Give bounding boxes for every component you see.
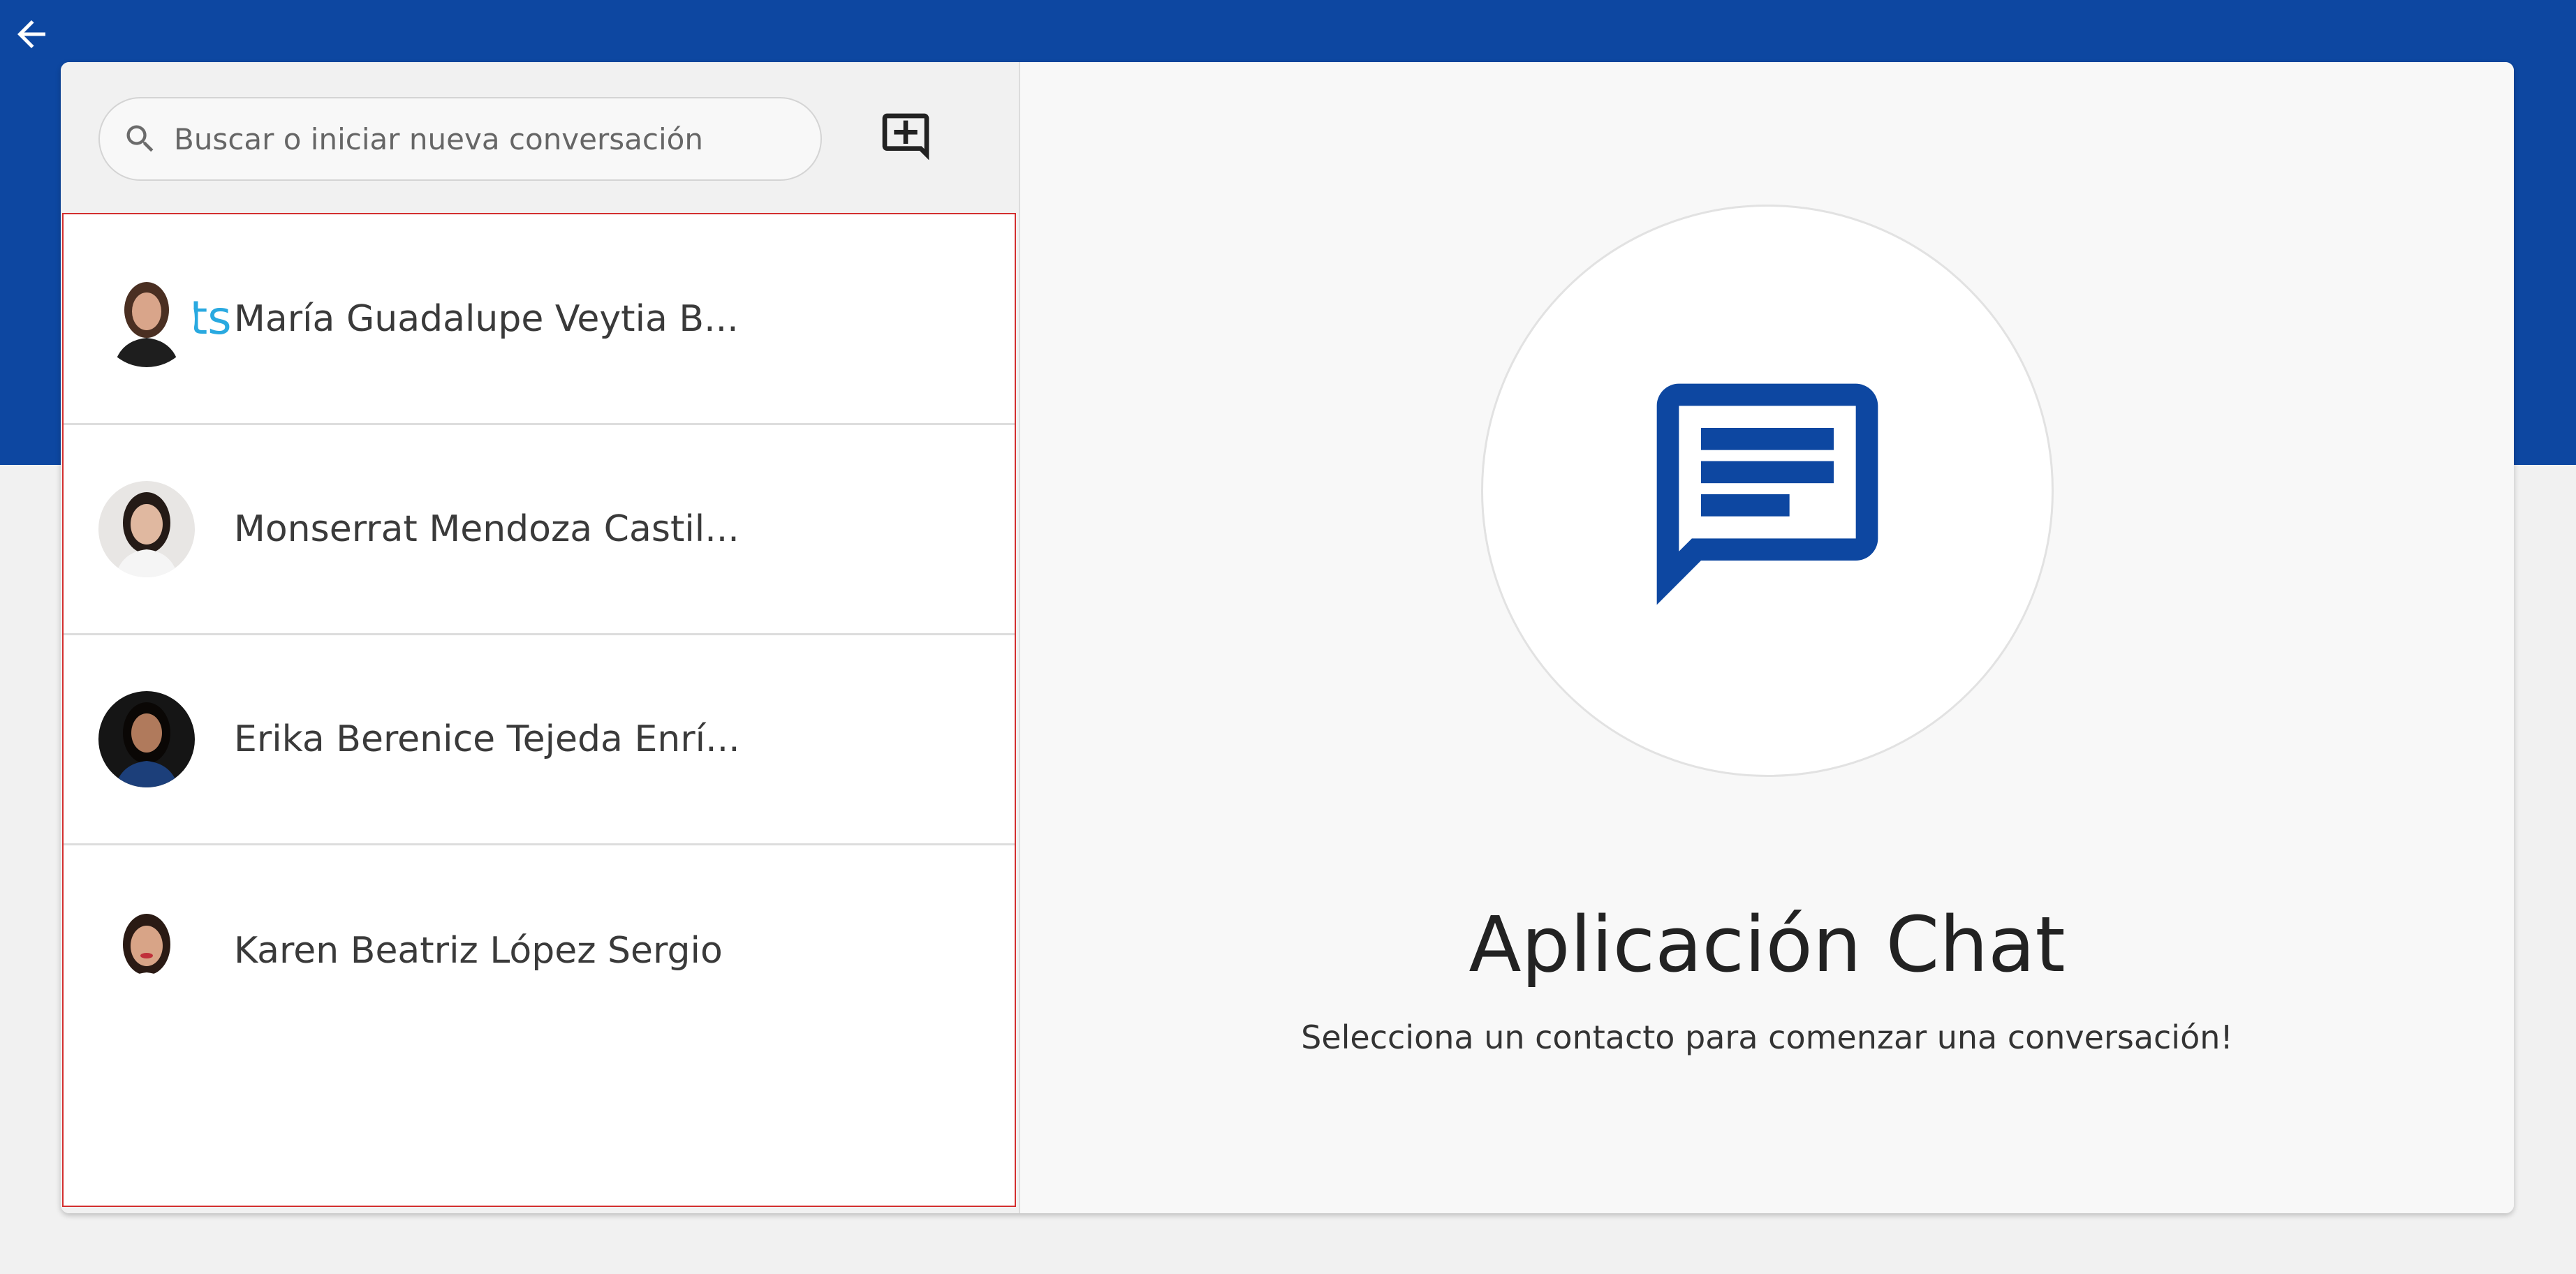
search-icon — [122, 121, 159, 157]
new-conversation-button[interactable] — [874, 105, 937, 168]
contact-avatar — [98, 902, 195, 999]
search-input[interactable] — [172, 121, 820, 157]
contact-name: María Guadalupe Veytia B... — [234, 298, 739, 340]
chat-list-item[interactable]: María Guadalupe Veytia B... — [64, 215, 1015, 425]
add-comment-icon — [882, 113, 929, 161]
back-button[interactable] — [6, 8, 57, 60]
contact-name: Karen Beatriz López Sergio — [234, 929, 723, 972]
contact-name: Erika Berenice Tejeda Enrí... — [234, 718, 740, 760]
chat-list: Chats María Guadalupe Veytia B... — [62, 213, 1016, 1207]
arrow-left-icon — [17, 20, 45, 48]
chat-app-card: Chats María Guadalupe Veytia B... — [61, 62, 2514, 1213]
logo-circle — [1481, 205, 2054, 777]
app-subtitle: Selecciona un contacto para comenzar una… — [1301, 1019, 2233, 1056]
contact-avatar — [98, 691, 195, 787]
contact-avatar — [98, 271, 195, 367]
contact-name: Monserrat Mendoza Castil... — [234, 508, 739, 550]
chat-list-item[interactable]: Erika Berenice Tejeda Enrí... — [64, 635, 1015, 845]
search-box[interactable] — [98, 97, 822, 181]
contact-avatar — [98, 481, 195, 577]
chat-list-item[interactable]: Monserrat Mendoza Castil... — [64, 425, 1015, 635]
chat-message-icon — [1656, 383, 1878, 605]
chat-list-item[interactable]: Karen Beatriz López Sergio — [64, 845, 1015, 1056]
welcome-panel: Aplicación Chat Selecciona un contacto p… — [1020, 62, 2514, 1213]
app-title: Aplicación Chat — [1469, 900, 2066, 989]
conversations-panel: Chats María Guadalupe Veytia B... — [61, 62, 1020, 1213]
